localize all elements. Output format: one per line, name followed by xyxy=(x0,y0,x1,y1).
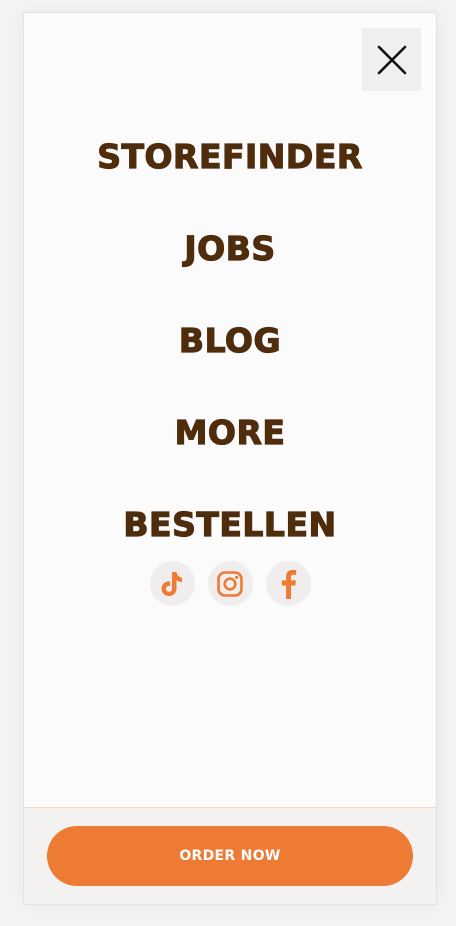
main-navigation: STOREFINDER JOBS BLOG MORE BESTELLEN xyxy=(24,133,436,551)
nav-item-blog[interactable]: BLOG xyxy=(178,317,281,409)
social-links xyxy=(24,561,436,606)
order-now-button[interactable]: ORDER NOW xyxy=(47,826,413,886)
facebook-icon xyxy=(281,569,297,599)
tiktok-icon xyxy=(161,571,182,596)
menu-footer: ORDER NOW xyxy=(24,807,436,904)
nav-item-bestellen[interactable]: BESTELLEN xyxy=(123,501,337,551)
nav-item-jobs[interactable]: JOBS xyxy=(184,225,276,317)
facebook-link[interactable] xyxy=(265,561,311,606)
nav-item-more[interactable]: MORE xyxy=(174,409,286,501)
tiktok-link[interactable] xyxy=(149,561,195,606)
instagram-icon xyxy=(217,570,243,597)
close-icon xyxy=(377,45,406,74)
instagram-link[interactable] xyxy=(207,561,253,606)
close-menu-button[interactable] xyxy=(362,28,421,91)
nav-item-storefinder[interactable]: STOREFINDER xyxy=(97,133,363,225)
mobile-menu-panel: STOREFINDER JOBS BLOG MORE BESTELLEN ORD… xyxy=(23,12,437,905)
